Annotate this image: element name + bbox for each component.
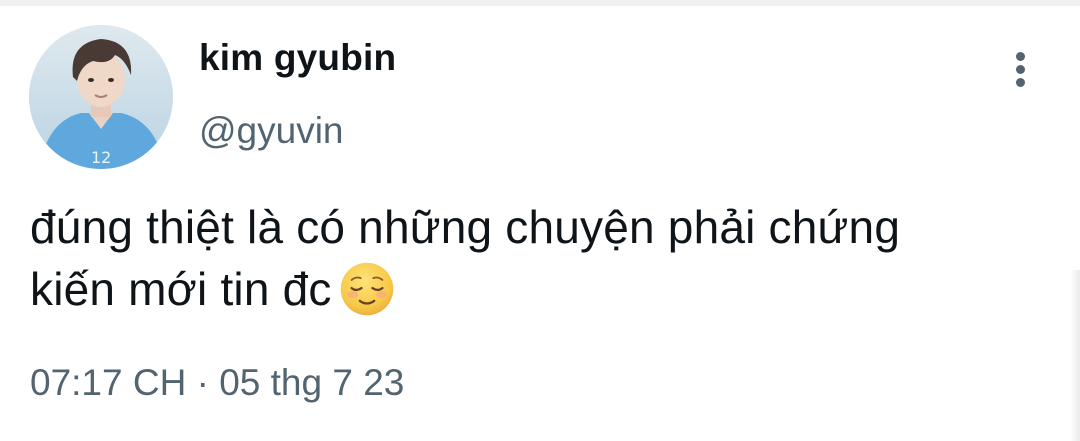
svg-text:12: 12 — [91, 148, 111, 167]
tweet-text-line-2-text: kiến mới tin đc — [30, 263, 332, 315]
tweet-text: đúng thiệt là có những chuyện phải chứng… — [30, 196, 1070, 320]
dot — [1016, 65, 1025, 74]
display-name[interactable]: kim gyubin — [199, 37, 396, 79]
more-options-icon[interactable] — [1003, 48, 1039, 92]
top-divider — [0, 0, 1080, 6]
profile-photo-icon: 12 — [29, 25, 173, 169]
tweet-text-line-2: kiến mới tin đc — [30, 258, 1070, 320]
dot — [1016, 78, 1025, 87]
avatar[interactable]: 12 — [29, 25, 173, 169]
user-handle[interactable]: @gyuvin — [199, 110, 344, 152]
tweet-timestamp[interactable]: 07:17 CH · 05 thg 7 23 — [30, 362, 404, 404]
tweet-text-line-1: đúng thiệt là có những chuyện phải chứng — [30, 201, 901, 253]
dot — [1016, 52, 1025, 61]
relieved-face-emoji-icon — [340, 262, 393, 316]
edge-shadow — [1070, 270, 1080, 441]
